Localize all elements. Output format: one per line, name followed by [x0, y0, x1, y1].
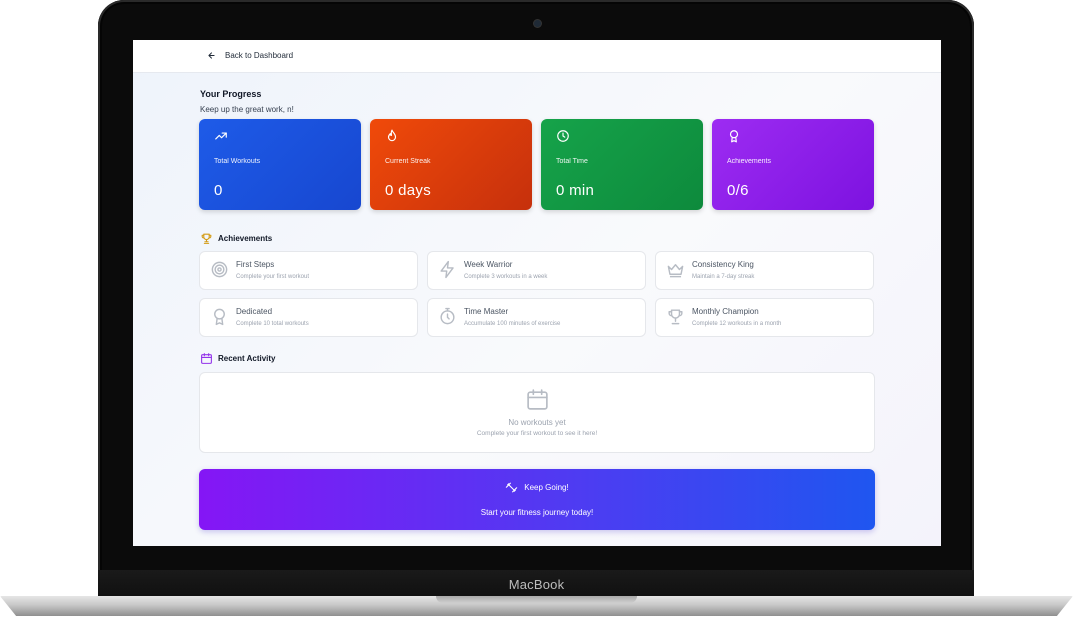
achievement-name: Week Warrior: [464, 260, 513, 269]
achievement-card-first-steps: First Steps Complete your first workout: [199, 251, 418, 290]
achievement-name: Time Master: [464, 307, 509, 316]
achievement-card-week-warrior: Week Warrior Complete 3 workouts in a we…: [427, 251, 646, 290]
achievement-card-consistency-king: Consistency King Maintain a 7-day streak: [655, 251, 874, 290]
target-icon: [211, 261, 228, 278]
recent-activity-heading: Recent Activity: [200, 352, 276, 365]
stopwatch-icon: [440, 307, 455, 325]
stat-label: Total Time: [556, 158, 588, 165]
stat-value: 0 days: [385, 182, 431, 199]
crown-icon: [667, 264, 684, 278]
achievement-description: Complete 12 workouts in a month: [692, 321, 782, 327]
medal-icon: [214, 308, 225, 326]
achievement-description: Accumulate 100 minutes of exercise: [464, 321, 561, 327]
stat-value: 0: [214, 182, 223, 199]
keep-going-banner[interactable]: Keep Going! Start your fitness journey t…: [199, 469, 875, 530]
stat-label: Total Workouts: [214, 158, 261, 165]
recent-activity-title: Recent Activity: [218, 354, 276, 363]
stat-value: 0 min: [556, 182, 595, 199]
cta-title: Keep Going!: [524, 483, 569, 492]
page-title: Your Progress: [200, 89, 262, 99]
stat-card-total-time: Total Time 0 min: [541, 119, 703, 210]
calendar-icon: [201, 353, 212, 364]
achievement-card-dedicated: Dedicated Complete 10 total workouts: [199, 298, 418, 337]
clock-icon: [557, 130, 569, 142]
laptop-hinge-notch: [436, 596, 637, 603]
stat-label: Achievements: [727, 158, 771, 165]
achievement-name: First Steps: [236, 260, 275, 269]
arrow-left-icon: [208, 52, 215, 59]
stat-card-achievements: Achievements 0/6: [712, 119, 874, 210]
cta-subtitle: Start your fitness journey today!: [480, 508, 594, 517]
dumbbell-icon: [506, 482, 518, 493]
achievement-name: Dedicated: [236, 307, 273, 316]
achievement-description: Maintain a 7-day streak: [692, 274, 755, 280]
empty-state-subtitle: Complete your first workout to see it he…: [476, 430, 598, 437]
achievements-heading: Achievements: [200, 232, 272, 245]
back-link-label: Back to Dashboard: [225, 51, 294, 60]
trophy-icon: [201, 233, 212, 244]
achievement-description: Complete 3 workouts in a week: [464, 274, 548, 280]
achievement-name: Consistency King: [692, 260, 754, 269]
app-screen: Back to Dashboard Your Progress Keep up …: [133, 40, 941, 546]
top-bar: Back to Dashboard: [133, 40, 941, 73]
back-to-dashboard-link[interactable]: Back to Dashboard: [207, 51, 293, 60]
recent-activity-panel: No workouts yet Complete your first work…: [199, 372, 875, 453]
stat-value: 0/6: [727, 182, 749, 199]
achievement-name: Monthly Champion: [692, 307, 759, 316]
webcam: [534, 20, 541, 27]
achievement-description: Complete 10 total workouts: [236, 321, 309, 327]
trophy-icon: [668, 309, 683, 325]
trending-up-icon: [215, 132, 227, 140]
achievement-card-monthly-champion: Monthly Champion Complete 12 workouts in…: [655, 298, 874, 337]
stat-label: Current Streak: [385, 158, 431, 165]
achievement-description: Complete your first workout: [236, 274, 310, 280]
cta-heading: Keep Going!: [199, 481, 875, 494]
achievement-card-time-master: Time Master Accumulate 100 minutes of ex…: [427, 298, 646, 337]
calendar-icon: [527, 389, 548, 410]
flame-icon: [387, 129, 397, 142]
stat-card-current-streak: Current Streak 0 days: [370, 119, 532, 210]
device-brand-label: MacBook: [508, 577, 565, 592]
page-subtitle: Keep up the great work, n!: [200, 105, 294, 114]
lightning-icon: [440, 260, 454, 279]
stat-card-total-workouts: Total Workouts 0: [199, 119, 361, 210]
achievements-title: Achievements: [218, 234, 273, 243]
award-icon: [729, 130, 739, 143]
empty-state-title: No workouts yet: [508, 418, 566, 427]
